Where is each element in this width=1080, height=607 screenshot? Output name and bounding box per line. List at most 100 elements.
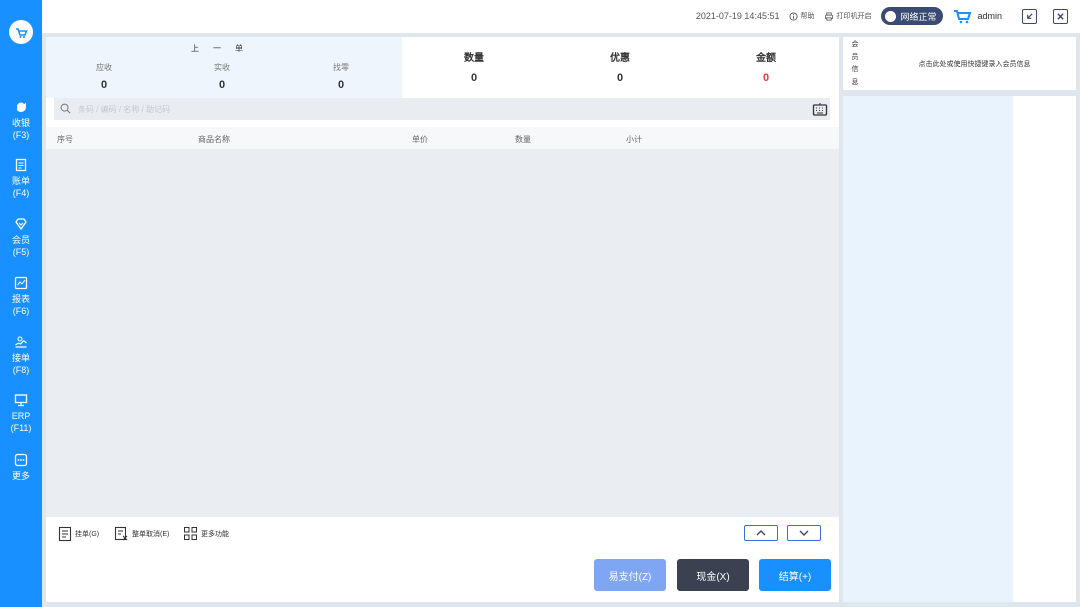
chevron-down-icon: [799, 530, 809, 536]
grid-icon: [184, 527, 197, 540]
sidebar-item-erp[interactable]: ERP (F11): [0, 393, 42, 434]
member-title-char: 息: [851, 78, 859, 86]
member-entry-hint[interactable]: 点击此处或使用快捷键录入会员信息: [873, 59, 1076, 69]
col-product-name: 商品名称: [198, 135, 230, 144]
sidebar-item-bill[interactable]: 账单 (F4): [0, 158, 42, 199]
cancel-order-button[interactable]: 整单取消(E): [114, 526, 169, 542]
sidebar-item-report[interactable]: 报表 (F6): [0, 276, 42, 317]
network-icon: [885, 10, 897, 22]
bill-icon: [15, 158, 27, 172]
sidebar-item-key: (F6): [12, 306, 30, 316]
receivable-stat: 应收 0: [54, 62, 154, 91]
sidebar-item-orders[interactable]: 接单 (F8): [0, 335, 42, 376]
search-input[interactable]: [78, 101, 778, 117]
help-link[interactable]: 帮助: [789, 11, 814, 21]
minimize-button[interactable]: [1022, 8, 1037, 24]
right-side-panel: [843, 96, 1076, 602]
member-info-panel[interactable]: 会 员 信 息 点击此处或使用快捷键录入会员信息: [843, 37, 1076, 90]
sidebar-item-cashier[interactable]: 收银 (F3): [0, 100, 42, 141]
cancel-order-label: 整单取消(E): [132, 531, 170, 538]
printer-status[interactable]: 打印机开启: [824, 11, 871, 21]
receivable-label: 应收: [96, 63, 112, 72]
category-list[interactable]: [843, 96, 1013, 602]
network-status-badge: 网络正常: [881, 7, 944, 25]
sidebar-item-key: (F4): [12, 188, 30, 198]
sidebar-item-key: (F8): [12, 365, 30, 375]
cashier-icon: [16, 102, 26, 112]
col-subtotal: 小计: [626, 135, 642, 144]
received-label: 实收: [214, 63, 230, 72]
help-label: 帮助: [800, 13, 815, 20]
sidebar-item-label: 更多: [11, 471, 30, 481]
col-unit-price: 单价: [412, 135, 428, 144]
scroll-down-button[interactable]: [787, 525, 821, 541]
hang-order-label: 挂单(G): [75, 531, 100, 538]
more-functions-button[interactable]: 更多功能: [183, 526, 229, 541]
discount-stat: 优惠 0: [560, 49, 680, 84]
change-value: 0: [337, 79, 345, 91]
action-toolbar: 挂单(G) 整单取消(E) 更多功能: [46, 517, 839, 550]
amount-value: 0: [762, 72, 770, 84]
checkout-button[interactable]: 结算(+): [759, 559, 831, 591]
username: admin: [977, 11, 1002, 21]
received-value: 0: [218, 79, 226, 91]
report-icon: [14, 276, 28, 290]
quantity-stat: 数量 0: [414, 49, 534, 84]
amount-stat: 金额 0: [706, 49, 826, 84]
member-title-char: 会: [851, 41, 859, 48]
sidebar-item-label: ERP: [11, 411, 31, 421]
sidebar-item-more[interactable]: 更多: [0, 453, 42, 482]
quantity-value: 0: [470, 72, 478, 84]
quantity-label: 数量: [464, 53, 484, 64]
search-icon: [60, 103, 71, 114]
sidebar-item-key: (F5): [12, 247, 30, 257]
col-quantity: 数量: [515, 135, 531, 144]
cash-button[interactable]: 现金(X): [677, 559, 749, 591]
member-icon: [15, 218, 27, 231]
receivable-value: 0: [100, 79, 108, 91]
cart-table-body[interactable]: [46, 149, 839, 517]
network-label: 网络正常: [900, 11, 937, 22]
user-menu[interactable]: admin: [953, 8, 1002, 24]
sidebar-item-label: 接单: [11, 353, 30, 363]
hang-order-button[interactable]: 挂单(G): [58, 526, 99, 542]
sidebar-item-member[interactable]: 会员 (F5): [0, 217, 42, 258]
more-icon: [14, 453, 28, 467]
chevron-up-icon: [756, 530, 766, 536]
member-title-char: 信: [851, 66, 859, 73]
logo-icon: [9, 20, 33, 44]
datetime: 2021-07-19 14:45:51: [695, 11, 780, 21]
more-functions-label: 更多功能: [201, 530, 229, 538]
help-icon: [789, 11, 799, 21]
erp-icon: [14, 394, 28, 407]
cancel-order-icon: [114, 526, 128, 541]
order-summary: 数量 0 优惠 0 金额 0: [402, 37, 839, 98]
printer-icon: [825, 11, 834, 21]
order-icon: [15, 336, 27, 348]
amount-label: 金额: [756, 53, 776, 64]
col-index: 序号: [57, 135, 73, 144]
keyboard-icon[interactable]: [812, 101, 828, 117]
change-stat: 找零 0: [291, 62, 391, 91]
close-icon: [1057, 12, 1064, 20]
product-search-bar: [54, 98, 830, 120]
member-info-title: 会 员 信 息: [849, 39, 861, 89]
sidebar-item-key: (F3): [12, 130, 30, 140]
close-button[interactable]: [1053, 8, 1068, 24]
printer-label: 打印机开启: [836, 13, 872, 20]
sidebar-item-label: 会员: [11, 235, 30, 245]
sidebar: 收银 (F3) 账单 (F4) 会员 (F5) 报表 (F6) 接单 (F8) …: [0, 0, 42, 607]
sidebar-item-key: (F11): [10, 423, 32, 433]
received-stat: 实收 0: [172, 62, 272, 91]
discount-value: 0: [616, 72, 624, 84]
cart-table-header: 序号 商品名称 单价 数量 小计: [46, 127, 839, 149]
easy-pay-button[interactable]: 易支付(Z): [594, 559, 666, 591]
cashier-panel: 上一单 应收 0 实收 0 找零 0 数量 0 优惠 0 金额 0 条码 / 编…: [46, 37, 839, 602]
last-order-panel: 上一单 应收 0 实收 0 找零 0: [46, 37, 402, 98]
last-order-title: 上一单: [191, 44, 257, 53]
sidebar-item-label: 账单: [11, 176, 30, 186]
change-label: 找零: [333, 63, 349, 72]
sidebar-item-label: 报表: [11, 294, 30, 304]
sidebar-item-label: 收银: [11, 118, 30, 128]
scroll-up-button[interactable]: [744, 525, 778, 541]
